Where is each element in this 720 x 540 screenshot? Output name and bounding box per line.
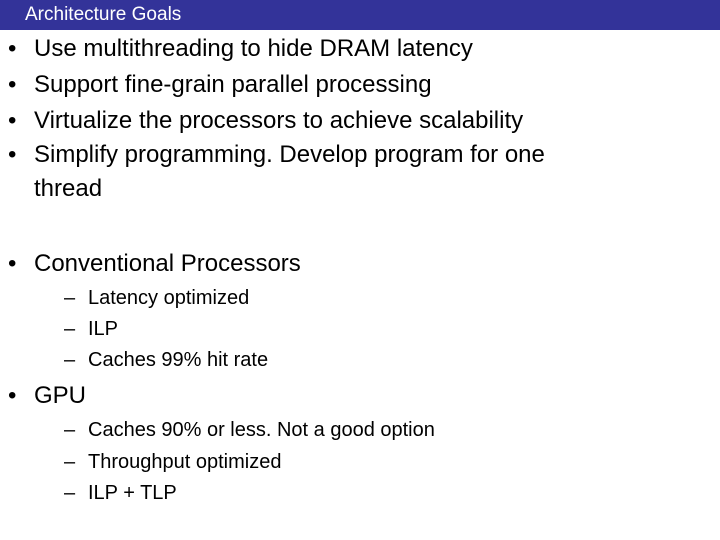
subitem-text: ILP + TLP [88, 482, 177, 504]
dash-icon: – [64, 451, 76, 473]
goal-text: Support fine-grain parallel processing [34, 71, 432, 98]
bullet-icon: • [8, 71, 17, 98]
title-bar: Architecture Goals [0, 0, 720, 30]
subitem-text: Throughput optimized [88, 451, 282, 473]
section-title: Conventional Processors [34, 250, 301, 277]
goal-text: Virtualize the processors to achieve sca… [34, 107, 524, 134]
goal-text: Use multithreading to hide DRAM latency [34, 35, 473, 62]
dash-icon: – [64, 287, 76, 309]
bullet-icon: • [8, 35, 17, 62]
section-title: GPU [34, 382, 87, 409]
subitem-text: Latency optimized [88, 287, 250, 309]
subitem-text: Caches 90% or less. Not a good option [88, 419, 435, 441]
dash-icon: – [64, 349, 76, 371]
dash-icon: – [64, 318, 76, 340]
subitem-text: ILP [88, 318, 119, 340]
subitem-text: Caches 99% hit rate [88, 349, 269, 371]
bullet-icon: • [8, 250, 17, 277]
bullet-icon: • [8, 382, 17, 409]
slide-title: Architecture Goals [25, 4, 182, 25]
bullet-icon: • [8, 107, 17, 134]
dash-icon: – [64, 419, 76, 441]
dash-icon: – [64, 482, 76, 504]
goal-text-continuation: thread [34, 175, 103, 202]
goal-text: Simplify programming. Develop program fo… [34, 141, 545, 168]
bullet-icon: • [8, 141, 17, 168]
